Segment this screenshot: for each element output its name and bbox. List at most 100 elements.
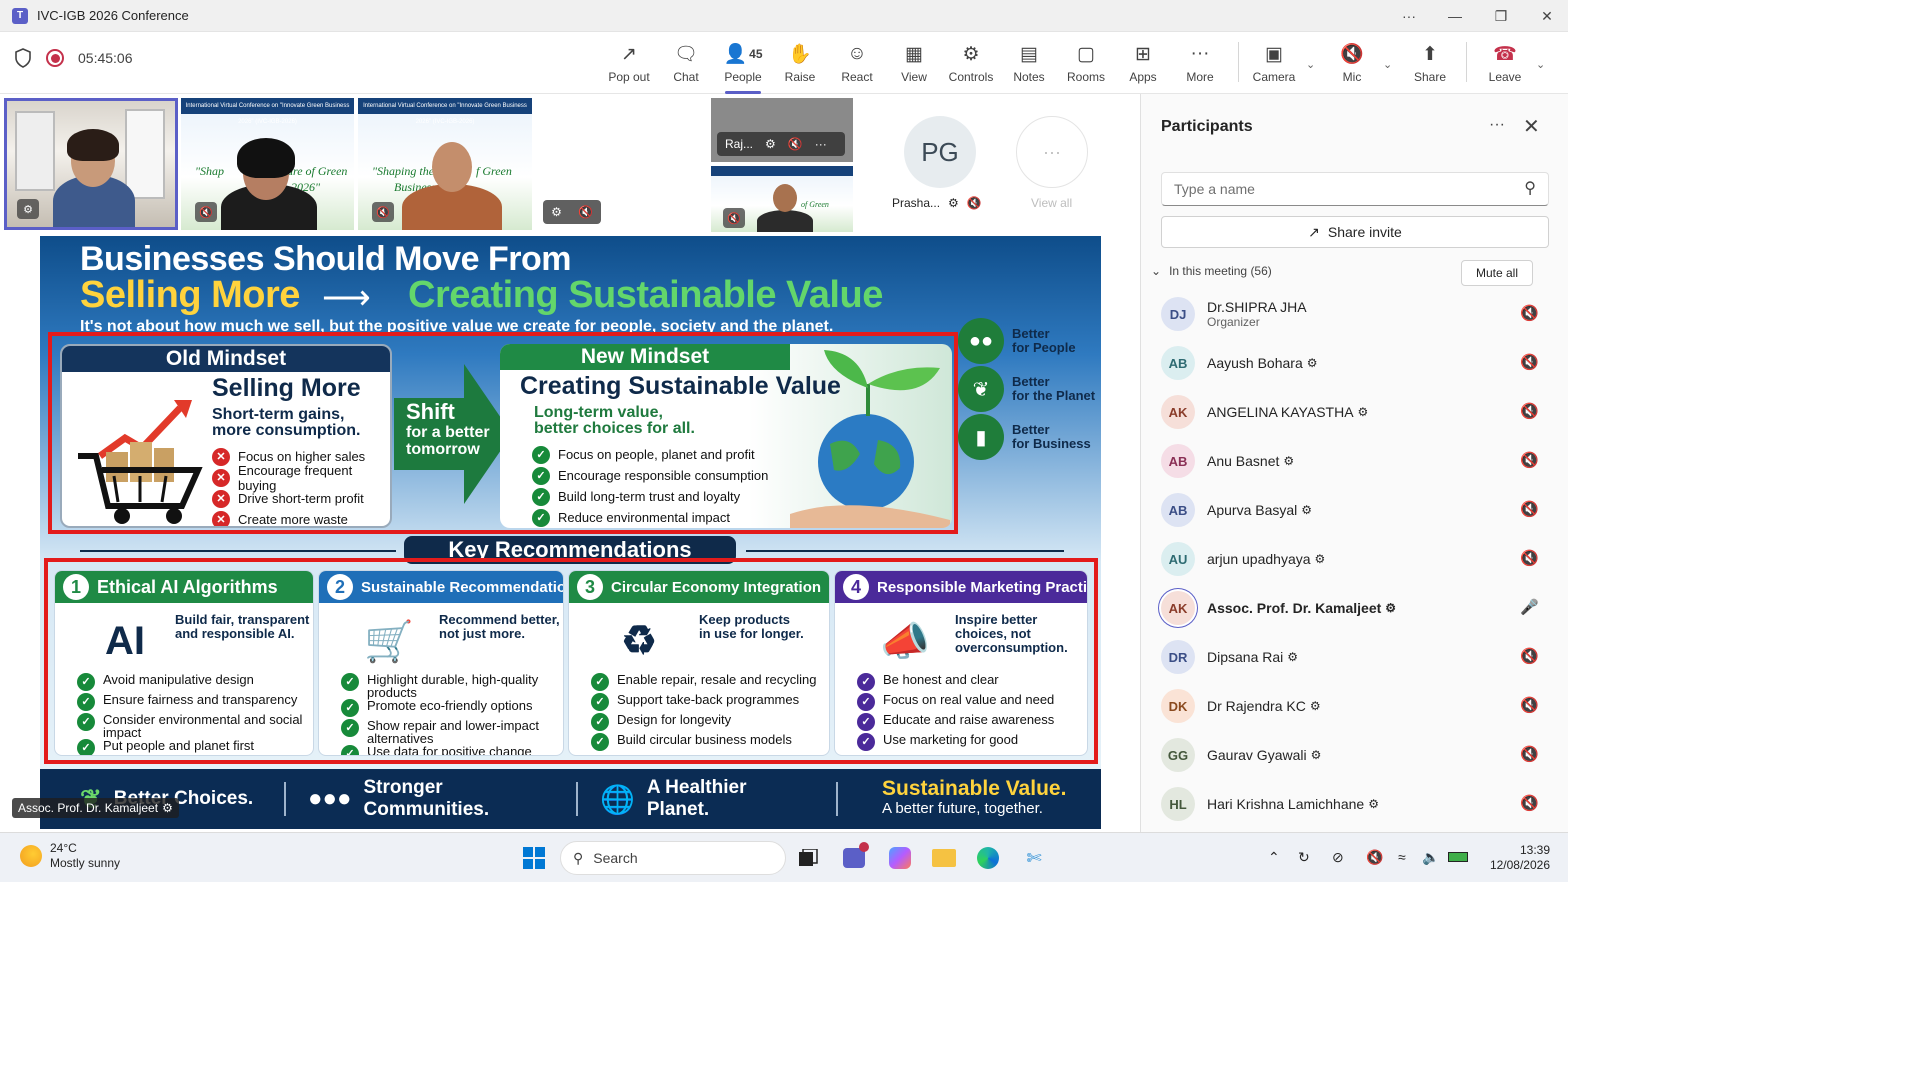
snipping-tool-icon[interactable]: ✄ <box>1020 844 1048 872</box>
participant-search-input[interactable]: Type a name ⚲ <box>1161 172 1549 206</box>
person-hair <box>67 129 119 161</box>
toolbar-button-label: More <box>1186 70 1214 84</box>
edge-browser-icon[interactable] <box>974 844 1002 872</box>
raise-status-icon: ⚙ <box>948 196 959 210</box>
sync-icon[interactable]: ↻ <box>1298 849 1310 866</box>
view-all-icon[interactable]: ··· <box>1016 116 1088 188</box>
participant-name: ANGELINA KAYASTHA <box>1207 404 1354 420</box>
participant-row[interactable]: AB Anu Basnet ⚙ 🔇 <box>1161 439 1551 483</box>
participant-row[interactable]: HL Hari Krishna Lamichhane ⚙ 🔇 <box>1161 782 1551 826</box>
controls-icon: ⚙ <box>962 43 980 65</box>
participant-row[interactable]: AK Assoc. Prof. Dr. Kamaljeet ⚙ 🎤 <box>1161 586 1551 630</box>
raise-status-icon: ⚙ <box>1283 454 1295 468</box>
leave-button[interactable]: ☎ Leave <box>1477 42 1533 90</box>
file-explorer-icon[interactable] <box>930 844 958 872</box>
close-window-button[interactable]: ✕ <box>1524 0 1570 32</box>
video-tile-5[interactable]: of Green 🔇 <box>711 166 853 232</box>
people-button[interactable]: 👤 45 People <box>715 42 771 94</box>
slide-footer: ❦Better Choices. ●●●Stronger Communities… <box>40 769 1101 829</box>
in-meeting-section-toggle[interactable]: ⌄ In this meeting (56) <box>1151 264 1272 278</box>
participant-row[interactable]: AK ANGELINA KAYASTHA ⚙ 🔇 <box>1161 390 1551 434</box>
mute-all-button[interactable]: Mute all <box>1461 260 1533 286</box>
search-icon: ⚲ <box>1524 180 1536 197</box>
notes-button[interactable]: ▤ Notes <box>1001 42 1057 90</box>
close-icon[interactable]: ✕ <box>1523 114 1540 139</box>
footer-sustainable-value: Sustainable Value. <box>882 777 1067 800</box>
react-button[interactable]: ☺ React <box>829 42 885 90</box>
participant-row[interactable]: DJ Dr.SHIPRA JHA Organizer 🔇 <box>1161 292 1551 336</box>
view-all-label[interactable]: View all <box>1031 196 1072 210</box>
restore-button[interactable]: ❐ <box>1478 0 1524 32</box>
view-button[interactable]: ▦ View <box>886 42 942 90</box>
highlight-box-mindset <box>48 332 958 534</box>
mic-off-icon[interactable]: 🔇 <box>1520 745 1539 763</box>
mic-off-icon[interactable]: 🔇 <box>1520 451 1539 469</box>
chevron-up-icon[interactable]: ⌃ <box>1268 849 1280 866</box>
raise-status-icon: ⚙ <box>17 199 39 219</box>
minimize-button[interactable]: — <box>1432 0 1478 32</box>
participant-name: arjun upadhyaya <box>1207 551 1311 567</box>
participant-row[interactable]: AB Apurva Basyal ⚙ 🔇 <box>1161 488 1551 532</box>
leave-options-chevron-icon[interactable]: ⌄ <box>1536 58 1545 71</box>
video-tile-self[interactable]: ⚙ <box>4 98 178 230</box>
mic-off-icon[interactable]: 🔇 <box>1520 647 1539 665</box>
teams-taskbar-icon[interactable] <box>840 842 869 872</box>
weather-widget[interactable]: 24°C Mostly sunny <box>20 841 120 871</box>
more-button[interactable]: ··· More <box>1172 42 1228 90</box>
video-tile-2[interactable]: International Virtual Conference on "Inn… <box>181 98 354 230</box>
controls-button[interactable]: ⚙ Controls <box>943 42 999 90</box>
mic-button[interactable]: 🔇 Mic <box>1324 42 1380 90</box>
copilot-icon[interactable] <box>886 844 914 872</box>
mic-off-icon[interactable]: 🔇 <box>1520 500 1539 518</box>
camera-options-chevron-icon[interactable]: ⌄ <box>1306 58 1315 71</box>
apps-icon: ⊞ <box>1135 43 1151 65</box>
system-clock[interactable]: 13:39 12/08/2026 <box>1484 843 1550 873</box>
mic-off-icon[interactable]: 🔇 <box>1520 794 1539 812</box>
raise-status-icon: ⚙ <box>162 801 173 815</box>
participant-name: Apurva Basyal <box>1207 502 1298 518</box>
avatar: DR <box>1161 640 1195 674</box>
raise-status-icon: ⚙ <box>1309 699 1321 713</box>
share-invite-button[interactable]: ↗ Share invite <box>1161 216 1549 248</box>
mic-off-icon: 🔇 <box>966 196 982 210</box>
task-view-icon[interactable] <box>794 844 822 872</box>
mic-off-tray-icon[interactable]: 🔇 <box>1366 849 1383 866</box>
video-tile-3[interactable]: International Virtual Conference on "Inn… <box>358 98 532 230</box>
raise-button[interactable]: ✋ Raise <box>772 42 828 90</box>
taskbar-search[interactable]: ⚲ Search <box>560 841 786 875</box>
person-hair <box>237 138 295 178</box>
participant-row[interactable]: AU arjun upadhyaya ⚙ 🔇 <box>1161 537 1551 581</box>
chat-button[interactable]: 🗨 Chat <box>658 42 714 90</box>
mic-options-chevron-icon[interactable]: ⌄ <box>1383 58 1392 71</box>
camera-off-tray-icon[interactable]: ⊘ <box>1332 849 1344 866</box>
camera-button[interactable]: ▣ Camera <box>1246 42 1302 90</box>
mic-off-icon: 🔇 <box>577 205 593 219</box>
raise-hand-icon: ✋ <box>788 44 812 65</box>
battery-icon[interactable] <box>1448 849 1468 865</box>
mic-off-icon[interactable]: 🔇 <box>1520 549 1539 567</box>
participant-row[interactable]: DK Dr Rajendra KC ⚙ 🔇 <box>1161 684 1551 728</box>
panel-more-icon[interactable]: ··· <box>1489 116 1505 134</box>
participant-row[interactable]: DR Dipsana Rai ⚙ 🔇 <box>1161 635 1551 679</box>
participant-row[interactable]: GG Gaurav Gyawali ⚙ 🔇 <box>1161 733 1551 777</box>
footer-item: 🌐 A Healthier Planet. <box>600 777 747 820</box>
mic-off-icon[interactable]: 🔇 <box>1520 304 1539 322</box>
avatar-pg[interactable]: PG <box>904 116 976 188</box>
wifi-icon[interactable]: ≈ <box>1398 849 1406 865</box>
window-more-icon[interactable]: ··· <box>1386 0 1432 32</box>
mic-off-icon[interactable]: 🔇 <box>1520 353 1539 371</box>
video-tile-raj[interactable]: Raj... ⚙ 🔇 ··· <box>711 98 853 162</box>
mic-off-icon[interactable]: 🔇 <box>1520 696 1539 714</box>
tile-more-icon[interactable]: ··· <box>815 137 827 151</box>
volume-muted-icon[interactable]: 🔈 <box>1422 849 1439 866</box>
people-icon: ●● <box>958 318 1004 364</box>
pop-out-button[interactable]: ↗ Pop out <box>601 42 657 90</box>
participant-row[interactable]: AB Aayush Bohara ⚙ 🔇 <box>1161 341 1551 385</box>
rooms-button[interactable]: ▢ Rooms <box>1058 42 1114 90</box>
windows-start-icon[interactable] <box>520 844 548 872</box>
mic-on-icon[interactable]: 🎤 <box>1520 598 1539 616</box>
raise-status-icon: ⚙ <box>1314 552 1326 566</box>
apps-button[interactable]: ⊞ Apps <box>1115 42 1171 90</box>
share-button[interactable]: ⬆ Share <box>1402 42 1458 90</box>
mic-off-icon[interactable]: 🔇 <box>1520 402 1539 420</box>
